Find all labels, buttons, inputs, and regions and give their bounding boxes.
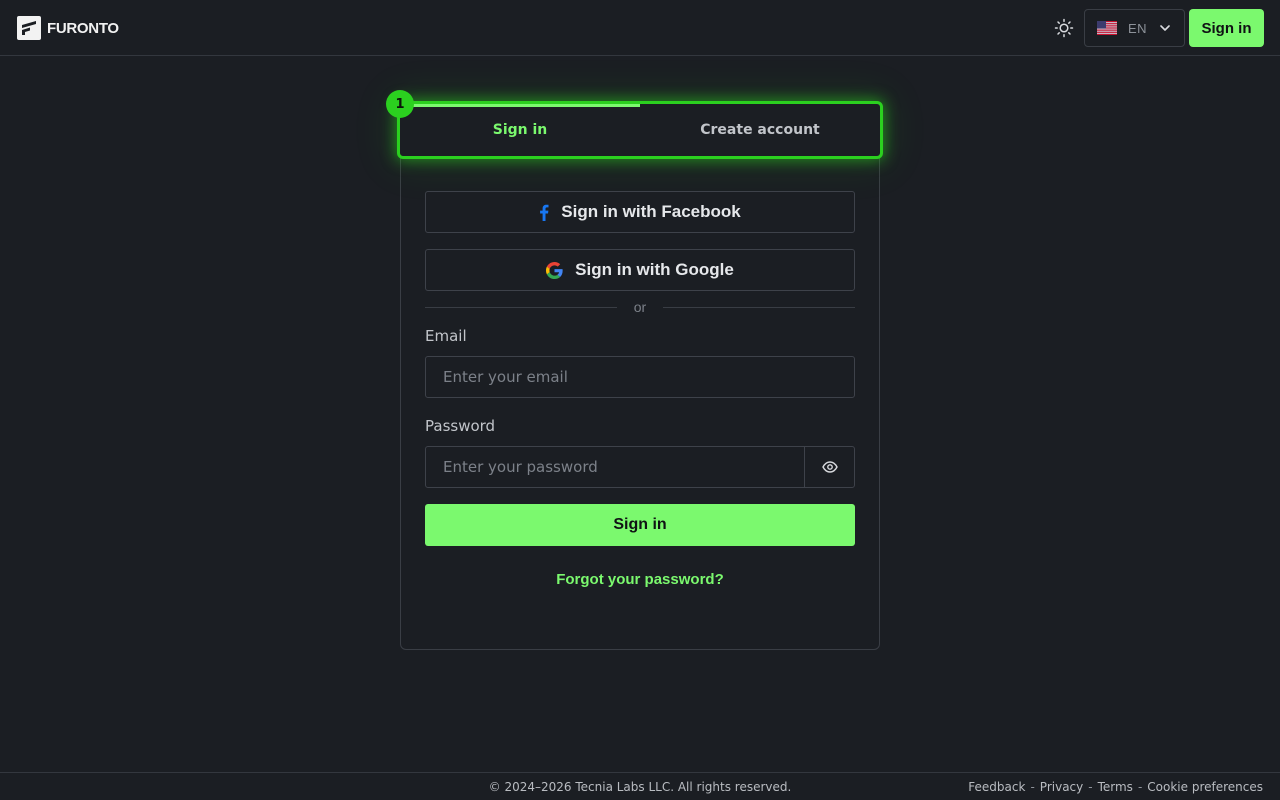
email-label: Email xyxy=(425,327,467,345)
facebook-sign-in-button[interactable]: Sign in with Facebook xyxy=(425,191,855,233)
tab-sign-in[interactable]: Sign in xyxy=(400,104,640,156)
sun-icon xyxy=(1054,18,1074,38)
password-label: Password xyxy=(425,417,496,435)
facebook-button-label: Sign in with Facebook xyxy=(561,202,741,221)
eye-icon xyxy=(821,461,838,473)
footer-separator: - xyxy=(1030,780,1035,794)
step-badge: 1 xyxy=(386,90,414,118)
footer-link-terms[interactable]: Terms xyxy=(1098,780,1133,794)
toggle-password-visibility-button[interactable] xyxy=(804,446,855,488)
divider-line-right xyxy=(663,307,855,308)
footer-link-privacy[interactable]: Privacy xyxy=(1040,780,1083,794)
password-input[interactable] xyxy=(425,446,806,488)
header-sign-in-button[interactable]: Sign in xyxy=(1189,9,1264,47)
top-bar: FURONTO EN Sign in xyxy=(0,0,1280,56)
or-divider: or xyxy=(425,298,855,318)
language-code: EN xyxy=(1128,20,1148,36)
brand-logo[interactable]: FURONTO xyxy=(17,16,119,40)
brand-name: FURONTO xyxy=(47,19,119,37)
sign-in-submit-button[interactable]: Sign in xyxy=(425,504,855,546)
footer-links: Feedback - Privacy - Terms - Cookie pref… xyxy=(968,780,1263,794)
language-selector[interactable]: EN xyxy=(1084,9,1185,47)
footer: © 2024–2026 Tecnia Labs LLC. All rights … xyxy=(0,772,1280,800)
footer-separator: - xyxy=(1137,780,1143,794)
theme-toggle-button[interactable] xyxy=(1051,15,1077,41)
footer-link-feedback[interactable]: Feedback xyxy=(968,780,1025,794)
chevron-down-icon xyxy=(1160,25,1170,31)
email-input[interactable] xyxy=(425,356,855,398)
us-flag-icon xyxy=(1097,21,1117,35)
google-icon xyxy=(546,261,563,279)
google-button-label: Sign in with Google xyxy=(575,260,734,279)
footer-link-cookie-preferences[interactable]: Cookie preferences xyxy=(1147,780,1263,794)
logo-mark-icon xyxy=(17,16,41,40)
forgot-password-link[interactable]: Forgot your password? xyxy=(425,571,855,588)
google-sign-in-button[interactable]: Sign in with Google xyxy=(425,249,855,291)
auth-tabs: Sign in Create account xyxy=(397,101,883,159)
footer-separator: - xyxy=(1088,780,1093,794)
tab-create-account[interactable]: Create account xyxy=(640,104,880,156)
facebook-icon xyxy=(539,204,549,221)
